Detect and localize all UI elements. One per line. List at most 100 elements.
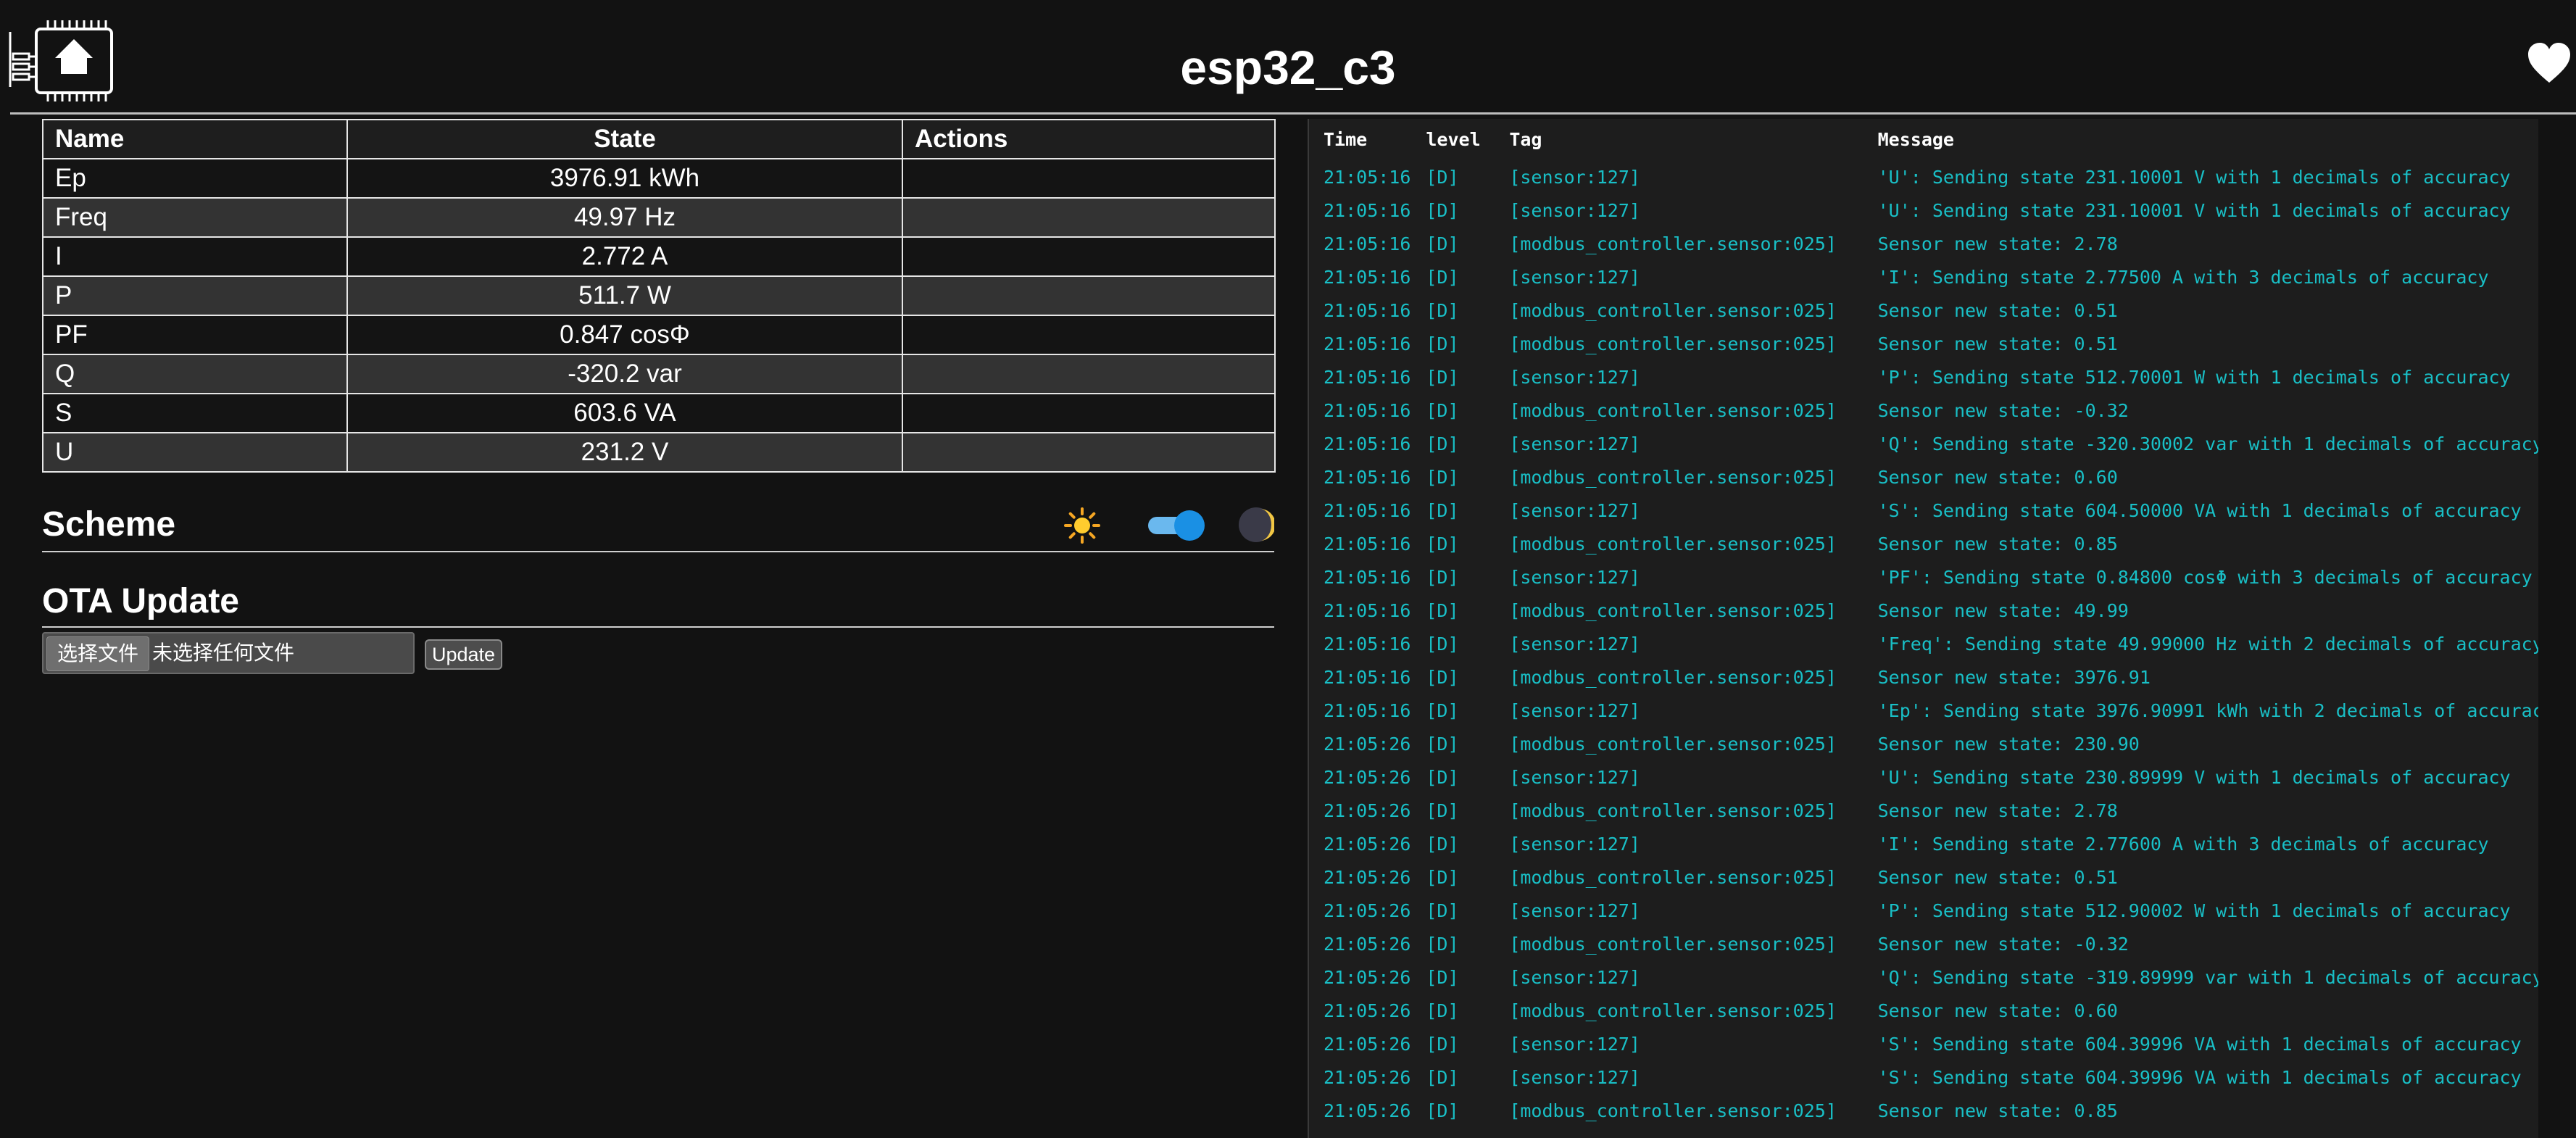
log-time: 21:05:16 bbox=[1324, 567, 1411, 588]
log-message: Sensor new state: 49.99 bbox=[1877, 600, 2129, 621]
log-message: Sensor new state: 0.51 bbox=[1877, 867, 2118, 888]
log-level: [D] bbox=[1426, 567, 1459, 588]
entity-state: 2.772 A bbox=[346, 236, 903, 277]
log-time: 21:05:16 bbox=[1324, 233, 1411, 254]
log-row: 21:05:16 [D] [modbus_controller.sensor:025… bbox=[1309, 661, 2540, 694]
log-level: [D] bbox=[1426, 800, 1459, 821]
log-time: 21:05:16 bbox=[1324, 367, 1411, 388]
sun-icon bbox=[1064, 507, 1100, 544]
entity-actions bbox=[902, 315, 1276, 355]
log-message: Sensor new state: 0.85 bbox=[1877, 1100, 2118, 1121]
table-row: Q -320.2 var bbox=[42, 354, 1276, 394]
entity-name: P bbox=[42, 275, 348, 316]
log-level: [D] bbox=[1426, 867, 1459, 888]
log-column-time: Time bbox=[1324, 129, 1368, 150]
update-button[interactable]: Update bbox=[425, 639, 503, 670]
log-row: 21:05:26 [D] [modbus_controller.sensor:025… bbox=[1309, 1095, 2540, 1128]
log-row: 21:05:26 [D] [modbus_controller.sensor:025… bbox=[1309, 728, 2540, 761]
log-level: [D] bbox=[1426, 533, 1459, 555]
log-tag: [sensor:127] bbox=[1509, 634, 1640, 655]
log-time: 21:05:16 bbox=[1324, 333, 1411, 354]
entity-name: PF bbox=[42, 315, 348, 355]
entity-name: U bbox=[42, 432, 348, 473]
log-message: 'Q': Sending state -319.89999 var with 1… bbox=[1877, 967, 2540, 988]
log-time: 21:05:26 bbox=[1324, 867, 1411, 888]
log-level: [D] bbox=[1426, 200, 1459, 221]
log-tag: [sensor:127] bbox=[1509, 200, 1640, 221]
log-tag: [modbus_controller.sensor:025] bbox=[1509, 233, 1837, 254]
log-time: 21:05:26 bbox=[1324, 800, 1411, 821]
log-tag: [modbus_controller.sensor:025] bbox=[1509, 333, 1837, 354]
log-message: Sensor new state: 2.78 bbox=[1877, 800, 2118, 821]
entity-state: -320.2 var bbox=[346, 354, 903, 394]
log-message: Sensor new state: 0.60 bbox=[1877, 467, 2118, 488]
log-level: [D] bbox=[1426, 634, 1459, 655]
entity-actions bbox=[902, 432, 1276, 473]
firmware-file-input[interactable]: 选择文件 未选择任何文件 bbox=[42, 632, 415, 674]
log-tag: [sensor:127] bbox=[1509, 967, 1640, 988]
entity-actions bbox=[902, 354, 1276, 394]
log-tag: [modbus_controller.sensor:025] bbox=[1509, 867, 1837, 888]
ota-title: OTA Update bbox=[42, 582, 239, 620]
log-level: [D] bbox=[1426, 500, 1459, 521]
log-tag: [sensor:127] bbox=[1509, 433, 1640, 454]
log-tag: [sensor:127] bbox=[1509, 700, 1640, 721]
log-panel[interactable]: Time level Tag Message 21:05:16 [D] [senso… bbox=[1308, 119, 2540, 1138]
choose-file-button[interactable]: 选择文件 bbox=[46, 636, 150, 671]
log-tag: [modbus_controller.sensor:025] bbox=[1509, 734, 1837, 755]
column-header-actions: Actions bbox=[902, 119, 1276, 159]
log-message: 'PF': Sending state 0.84800 cosΦ with 3 … bbox=[1877, 567, 2533, 588]
toggle-knob bbox=[1174, 510, 1205, 541]
log-message: 'P': Sending state 512.90002 W with 1 de… bbox=[1877, 900, 2511, 921]
log-time: 21:05:26 bbox=[1324, 1000, 1411, 1021]
log-time: 21:05:26 bbox=[1324, 1100, 1411, 1121]
log-level: [D] bbox=[1426, 600, 1459, 621]
log-time: 21:05:26 bbox=[1324, 967, 1411, 988]
log-time: 21:05:16 bbox=[1324, 600, 1411, 621]
log-tag: [sensor:127] bbox=[1509, 267, 1640, 288]
ota-section: OTA Update bbox=[42, 580, 1274, 628]
scheme-controls bbox=[1064, 503, 1274, 547]
main-content: Name State Actions Ep 3976.91 kWh Freq 4… bbox=[42, 119, 1276, 677]
log-tag: [sensor:127] bbox=[1509, 1067, 1640, 1088]
log-time: 21:05:16 bbox=[1324, 500, 1411, 521]
log-tag: [sensor:127] bbox=[1509, 500, 1640, 521]
log-message: 'P': Sending state 512.70001 W with 1 de… bbox=[1877, 367, 2511, 388]
log-row: 21:05:26 [D] [sensor:127] 'P': Sending stat… bbox=[1309, 894, 2540, 928]
log-level: [D] bbox=[1426, 834, 1459, 855]
log-row: 21:05:16 [D] [sensor:127] 'Ep': Sending sta… bbox=[1309, 694, 2540, 728]
log-tag: [sensor:127] bbox=[1509, 367, 1640, 388]
log-scroll-gutter bbox=[2538, 119, 2576, 1138]
log-tag: [sensor:127] bbox=[1509, 167, 1640, 188]
log-row: 21:05:26 [D] [modbus_controller.sensor:025… bbox=[1309, 928, 2540, 961]
log-time: 21:05:16 bbox=[1324, 467, 1411, 488]
log-table: Time level Tag Message 21:05:16 [D] [senso… bbox=[1309, 119, 2540, 1128]
entity-actions bbox=[902, 158, 1276, 199]
entity-actions bbox=[902, 393, 1276, 433]
dark-mode-toggle[interactable] bbox=[1145, 510, 1205, 541]
table-row: Freq 49.97 Hz bbox=[42, 197, 1276, 238]
log-header-row: Time level Tag Message bbox=[1309, 119, 2540, 161]
log-message: 'S': Sending state 604.39996 VA with 1 d… bbox=[1877, 1034, 2522, 1055]
heart-icon[interactable] bbox=[2527, 42, 2572, 84]
log-time: 21:05:26 bbox=[1324, 734, 1411, 755]
entity-state: 0.847 cosΦ bbox=[346, 315, 903, 355]
log-level: [D] bbox=[1426, 1067, 1459, 1088]
log-time: 21:05:16 bbox=[1324, 533, 1411, 555]
log-time: 21:05:16 bbox=[1324, 267, 1411, 288]
log-row: 21:05:16 [D] [sensor:127] 'I': Sending stat… bbox=[1309, 261, 2540, 294]
log-column-tag: Tag bbox=[1509, 129, 1542, 150]
log-tag: [modbus_controller.sensor:025] bbox=[1509, 400, 1837, 421]
log-row: 21:05:26 [D] [modbus_controller.sensor:025… bbox=[1309, 994, 2540, 1028]
file-status-label: 未选择任何文件 bbox=[152, 641, 295, 664]
log-message: Sensor new state: -0.32 bbox=[1877, 934, 2129, 955]
log-time: 21:05:16 bbox=[1324, 433, 1411, 454]
log-level: [D] bbox=[1426, 167, 1459, 188]
log-time: 21:05:16 bbox=[1324, 167, 1411, 188]
log-message: 'Q': Sending state -320.30002 var with 1… bbox=[1877, 433, 2540, 454]
entity-name: S bbox=[42, 393, 348, 433]
entity-state: 511.7 W bbox=[346, 275, 903, 316]
entity-actions bbox=[902, 275, 1276, 316]
log-level: [D] bbox=[1426, 300, 1459, 321]
log-level: [D] bbox=[1426, 1100, 1459, 1121]
